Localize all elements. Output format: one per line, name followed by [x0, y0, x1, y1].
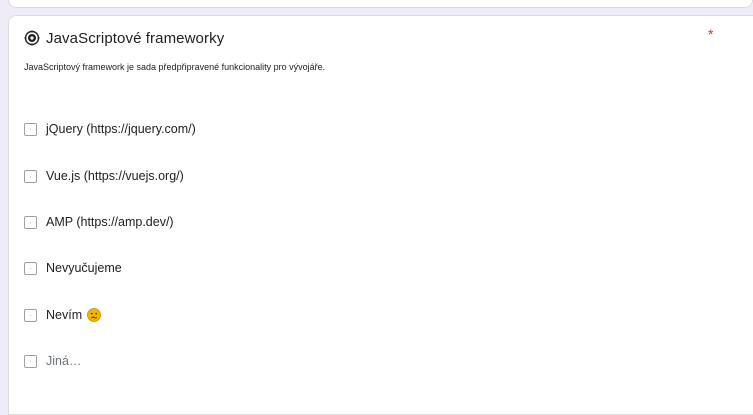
checkbox[interactable]: [24, 122, 37, 136]
option-vuejs[interactable]: Vue.js (https://vuejs.org/): [24, 167, 184, 185]
option-label: Nevyučujeme: [46, 261, 122, 275]
question-title: JavaScriptové frameworky: [46, 29, 225, 47]
option-label: Vue.js (https://vuejs.org/): [46, 169, 184, 183]
option-nevyucujeme[interactable]: Nevyučujeme: [24, 259, 122, 277]
checkbox[interactable]: [24, 215, 37, 229]
option-label: jQuery (https://jquery.com/): [46, 122, 196, 136]
option-jquery[interactable]: jQuery (https://jquery.com/): [24, 120, 196, 138]
required-asterisk: *: [708, 26, 714, 42]
option-label: Nevím: [46, 308, 83, 322]
checkbox[interactable]: [24, 169, 37, 183]
question-description: JavaScriptový framework je sada předpřip…: [24, 62, 326, 72]
question-title-row: JavaScriptové frameworky: [24, 28, 224, 48]
option-amp[interactable]: AMP (https://amp.dev/): [24, 213, 174, 231]
option-label: AMP (https://amp.dev/): [46, 215, 174, 229]
confused-face-icon: [87, 308, 102, 322]
option-nevim[interactable]: Nevím: [24, 306, 102, 324]
checkbox[interactable]: [24, 261, 37, 275]
checkbox[interactable]: [24, 308, 37, 322]
brain-gear-icon: [24, 30, 40, 46]
checkbox[interactable]: [24, 354, 37, 368]
option-other[interactable]: Jiná…: [24, 352, 81, 370]
option-label: Jiná…: [46, 354, 82, 368]
previous-card-edge: [8, 0, 753, 8]
